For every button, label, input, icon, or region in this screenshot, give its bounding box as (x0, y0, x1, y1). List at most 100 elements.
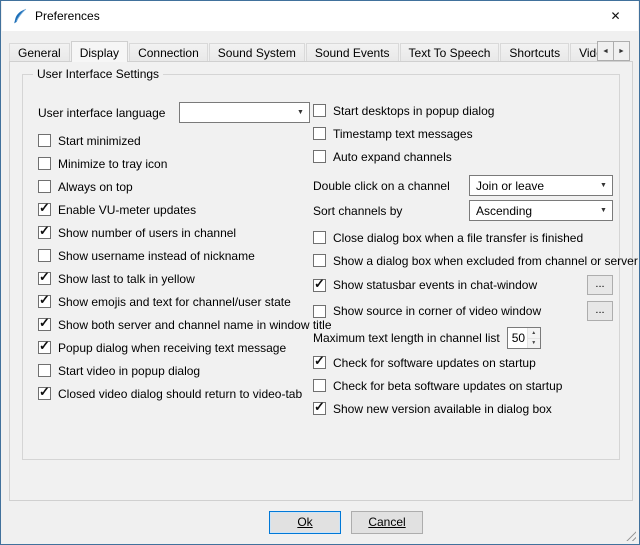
tab-scroll-right-icon[interactable]: ► (613, 41, 630, 61)
language-row: User interface language ▼ (38, 102, 310, 123)
checkbox-row-always-on-top[interactable]: Always on top (38, 178, 310, 195)
tab-connection[interactable]: Connection (129, 43, 208, 62)
checkbox-row-minimize-tray[interactable]: Minimize to tray icon (38, 155, 310, 172)
checkbox[interactable] (38, 387, 51, 400)
checkbox[interactable] (313, 254, 326, 267)
close-button[interactable]: ✕ (593, 2, 638, 31)
checkbox-row-window-title[interactable]: Show both server and channel name in win… (38, 316, 310, 333)
spinner-buttons: ▲ ▼ (527, 328, 540, 348)
checkbox[interactable] (38, 157, 51, 170)
left-column: User interface language ▼ Start minimize… (38, 102, 310, 408)
checkbox-row-new-version[interactable]: Show new version available in dialog box (313, 400, 613, 417)
checkbox-row-video-popup[interactable]: Start video in popup dialog (38, 362, 310, 379)
checkbox-label: Enable VU-meter updates (58, 203, 196, 217)
checkbox-row-user-count[interactable]: Show number of users in channel (38, 224, 310, 241)
checkbox[interactable] (38, 295, 51, 308)
tab-sound-system[interactable]: Sound System (209, 43, 305, 62)
ok-button-label: Ok (297, 515, 312, 529)
checkbox[interactable] (38, 180, 51, 193)
checkbox[interactable] (38, 203, 51, 216)
checkbox[interactable] (313, 379, 326, 392)
sort-channels-combobox[interactable]: Ascending ▼ (469, 200, 613, 221)
checkbox[interactable] (38, 364, 51, 377)
checkbox-row-timestamp[interactable]: Timestamp text messages (313, 125, 613, 142)
checkbox-row-video-return[interactable]: Closed video dialog should return to vid… (38, 385, 310, 402)
checkbox[interactable] (313, 356, 326, 369)
preferences-dialog: Preferences ✕ General Display Connection… (0, 0, 640, 545)
checkbox[interactable] (38, 134, 51, 147)
tab-scroll-control: ◄ ► (598, 41, 630, 61)
checkbox-label: Show source in corner of video window (333, 304, 541, 318)
video-source-ellipsis-button[interactable]: ... (587, 301, 613, 321)
checkbox[interactable] (38, 341, 51, 354)
double-click-label: Double click on a channel (313, 179, 450, 193)
statusbar-events-ellipsis-button[interactable]: ... (587, 275, 613, 295)
checkbox[interactable] (313, 150, 326, 163)
spin-down-icon[interactable]: ▼ (528, 339, 540, 349)
chevron-down-icon: ▼ (595, 207, 612, 214)
tab-general[interactable]: General (9, 43, 70, 62)
checkbox[interactable] (313, 279, 326, 292)
checkbox[interactable] (313, 231, 326, 244)
group-title: User Interface Settings (33, 67, 163, 81)
checkbox[interactable] (38, 226, 51, 239)
tab-bar: General Display Connection Sound System … (9, 40, 609, 62)
resize-grip[interactable] (624, 529, 636, 541)
sort-channels-label: Sort channels by (313, 204, 402, 218)
checkbox-label: Show new version available in dialog box (333, 402, 552, 416)
checkbox-label: Start minimized (58, 134, 141, 148)
checkbox-row-auto-expand[interactable]: Auto expand channels (313, 148, 613, 165)
tab-text-to-speech[interactable]: Text To Speech (400, 43, 500, 62)
checkbox-row-beta-updates[interactable]: Check for beta software updates on start… (313, 377, 613, 394)
video-source-row: Show source in corner of video window ..… (313, 301, 613, 321)
max-text-length-label: Maximum text length in channel list (313, 331, 500, 345)
checkbox-label: Show statusbar events in chat-window (333, 278, 537, 292)
language-combobox[interactable]: ▼ (179, 102, 310, 123)
right-column: Start desktops in popup dialog Timestamp… (313, 102, 613, 423)
checkbox[interactable] (38, 249, 51, 262)
checkbox-row-username[interactable]: Show username instead of nickname (38, 247, 310, 264)
checkbox-label: Closed video dialog should return to vid… (58, 387, 302, 401)
checkbox[interactable] (313, 127, 326, 140)
max-text-length-spinner[interactable]: 50 ▲ ▼ (507, 327, 541, 349)
window-title: Preferences (35, 9, 100, 23)
title-bar[interactable]: Preferences ✕ (2, 1, 638, 31)
checkbox-label: Show number of users in channel (58, 226, 236, 240)
checkbox-label: Show emojis and text for channel/user st… (58, 295, 291, 309)
checkbox-row-vu-meter[interactable]: Enable VU-meter updates (38, 201, 310, 218)
checkbox-row-updates[interactable]: Check for software updates on startup (313, 354, 613, 371)
checkbox-row-start-minimized[interactable]: Start minimized (38, 132, 310, 149)
checkbox-row-desktops-popup[interactable]: Start desktops in popup dialog (313, 102, 613, 119)
tab-sound-events[interactable]: Sound Events (306, 43, 399, 62)
checkbox-row-last-talk[interactable]: Show last to talk in yellow (38, 270, 310, 287)
ok-button[interactable]: Ok (269, 511, 341, 534)
checkbox-label: Always on top (58, 180, 133, 194)
checkbox-label: Close dialog box when a file transfer is… (333, 231, 583, 245)
max-text-length-value: 50 (508, 328, 527, 348)
tab-display[interactable]: Display (71, 41, 128, 62)
double-click-combobox[interactable]: Join or leave ▼ (469, 175, 613, 196)
checkbox[interactable] (38, 318, 51, 331)
tab-shortcuts[interactable]: Shortcuts (500, 43, 569, 62)
checkbox-label: Start video in popup dialog (58, 364, 200, 378)
checkbox[interactable] (313, 104, 326, 117)
checkbox-label: Start desktops in popup dialog (333, 104, 494, 118)
display-tab-page: User Interface Settings User interface l… (9, 61, 633, 501)
chevron-down-icon: ▼ (595, 182, 612, 189)
cancel-button[interactable]: Cancel (351, 511, 423, 534)
cancel-button-label: Cancel (368, 515, 405, 529)
user-interface-settings-group: User Interface Settings User interface l… (22, 74, 620, 460)
sort-channels-value: Ascending (476, 204, 532, 218)
checkbox[interactable] (38, 272, 51, 285)
checkbox[interactable] (313, 305, 326, 318)
spin-up-icon[interactable]: ▲ (528, 328, 540, 339)
checkbox-row-file-transfer[interactable]: Close dialog box when a file transfer is… (313, 229, 613, 246)
double-click-row: Double click on a channel Join or leave … (313, 175, 613, 196)
checkbox[interactable] (313, 402, 326, 415)
checkbox-row-popup-text[interactable]: Popup dialog when receiving text message (38, 339, 310, 356)
tab-scroll-left-icon[interactable]: ◄ (597, 41, 614, 61)
checkbox-row-excluded-dialog[interactable]: Show a dialog box when excluded from cha… (313, 252, 613, 269)
checkbox-row-emojis[interactable]: Show emojis and text for channel/user st… (38, 293, 310, 310)
checkbox-label: Popup dialog when receiving text message (58, 341, 286, 355)
app-icon (11, 8, 28, 25)
